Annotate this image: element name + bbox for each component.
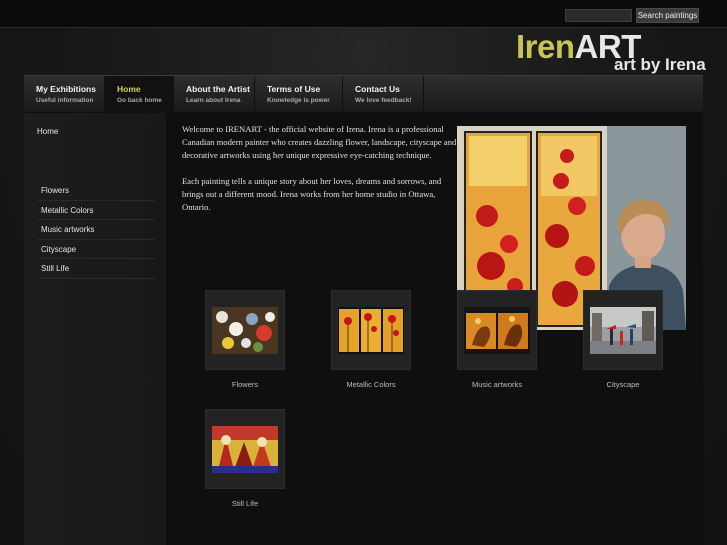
sidebar-item-cityscape[interactable]: Cityscape bbox=[37, 240, 155, 259]
nav-terms-of-use[interactable]: Terms of Use Knowledge is power bbox=[255, 76, 343, 113]
nav-subtitle: Knowledge is power bbox=[267, 97, 330, 104]
sidebar: Home Flowers Metallic Colors Music artwo… bbox=[24, 113, 166, 545]
nav-subtitle: Go back home bbox=[117, 97, 162, 104]
gallery-label: Music artworks bbox=[471, 380, 522, 389]
nav-subtitle: We love feedback! bbox=[355, 97, 412, 104]
category-list: Flowers Metallic Colors Music artworks C… bbox=[37, 181, 155, 279]
site-logo[interactable]: IrenART art by Irena bbox=[516, 28, 706, 75]
metallic-colors-thumbnail bbox=[338, 306, 404, 354]
thumbnail-frame bbox=[205, 409, 285, 489]
thumbnail-frame bbox=[457, 290, 537, 370]
nav-subtitle: Learn about Irena bbox=[186, 97, 241, 104]
gallery-item-still-life[interactable]: Still Life bbox=[205, 409, 285, 508]
nav-title: About the Artist bbox=[186, 84, 250, 94]
gallery-item-cityscape[interactable]: Cityscape bbox=[583, 290, 663, 389]
cityscape-thumbnail bbox=[590, 306, 656, 354]
intro-paragraph: Each painting tells a unique story about… bbox=[182, 176, 442, 212]
gallery-item-metallic-colors[interactable]: Metallic Colors bbox=[331, 290, 411, 389]
top-bar: Search paintings bbox=[0, 0, 727, 28]
gallery-label: Metallic Colors bbox=[346, 380, 396, 389]
sidebar-item-still-life[interactable]: Still Life bbox=[37, 259, 155, 279]
nav-about-the-artist[interactable]: About the Artist Learn about Irena bbox=[174, 76, 255, 113]
logo-tagline: art by Irena bbox=[614, 55, 706, 74]
sidebar-item-flowers[interactable]: Flowers bbox=[37, 181, 155, 201]
nav-my-exhibitions[interactable]: My Exhibitions Useful information bbox=[24, 76, 105, 113]
thumbnail-frame bbox=[583, 290, 663, 370]
nav-title: Terms of Use bbox=[267, 84, 321, 94]
nav-contact-us[interactable]: Contact Us We love feedback! bbox=[343, 76, 424, 113]
gallery-label: Flowers bbox=[231, 380, 259, 389]
sidebar-item-home[interactable]: Home bbox=[37, 127, 58, 136]
nav-title: Home bbox=[117, 84, 141, 94]
gallery-item-flowers[interactable]: Flowers bbox=[205, 290, 285, 389]
logo-part-iren: Iren bbox=[516, 28, 575, 65]
intro-paragraph: Welcome to IRENART - the official websit… bbox=[182, 124, 457, 160]
intro-text: Welcome to IRENART - the official websit… bbox=[182, 123, 458, 227]
nav-title: Contact Us bbox=[355, 84, 400, 94]
sidebar-item-metallic-colors[interactable]: Metallic Colors bbox=[37, 201, 155, 220]
flowers-thumbnail bbox=[212, 306, 278, 354]
thumbnail-frame bbox=[205, 290, 285, 370]
gallery-label: Cityscape bbox=[606, 380, 640, 389]
nav-subtitle: Useful information bbox=[36, 97, 94, 104]
main-content: Home Flowers Metallic Colors Music artwo… bbox=[24, 113, 703, 545]
nav-title: My Exhibitions bbox=[36, 84, 96, 94]
music-artworks-thumbnail bbox=[464, 306, 530, 354]
main-navigation: My Exhibitions Useful information Home G… bbox=[24, 75, 703, 113]
gallery-label: Still Life bbox=[231, 499, 259, 508]
still-life-thumbnail bbox=[212, 425, 278, 473]
search-paintings-button[interactable]: Search paintings bbox=[636, 8, 699, 23]
gallery-item-music-artworks[interactable]: Music artworks bbox=[457, 290, 537, 389]
thumbnail-frame bbox=[331, 290, 411, 370]
sidebar-item-music-artworks[interactable]: Music artworks bbox=[37, 220, 155, 240]
nav-home[interactable]: Home Go back home bbox=[105, 76, 174, 113]
search-input[interactable] bbox=[565, 9, 632, 22]
